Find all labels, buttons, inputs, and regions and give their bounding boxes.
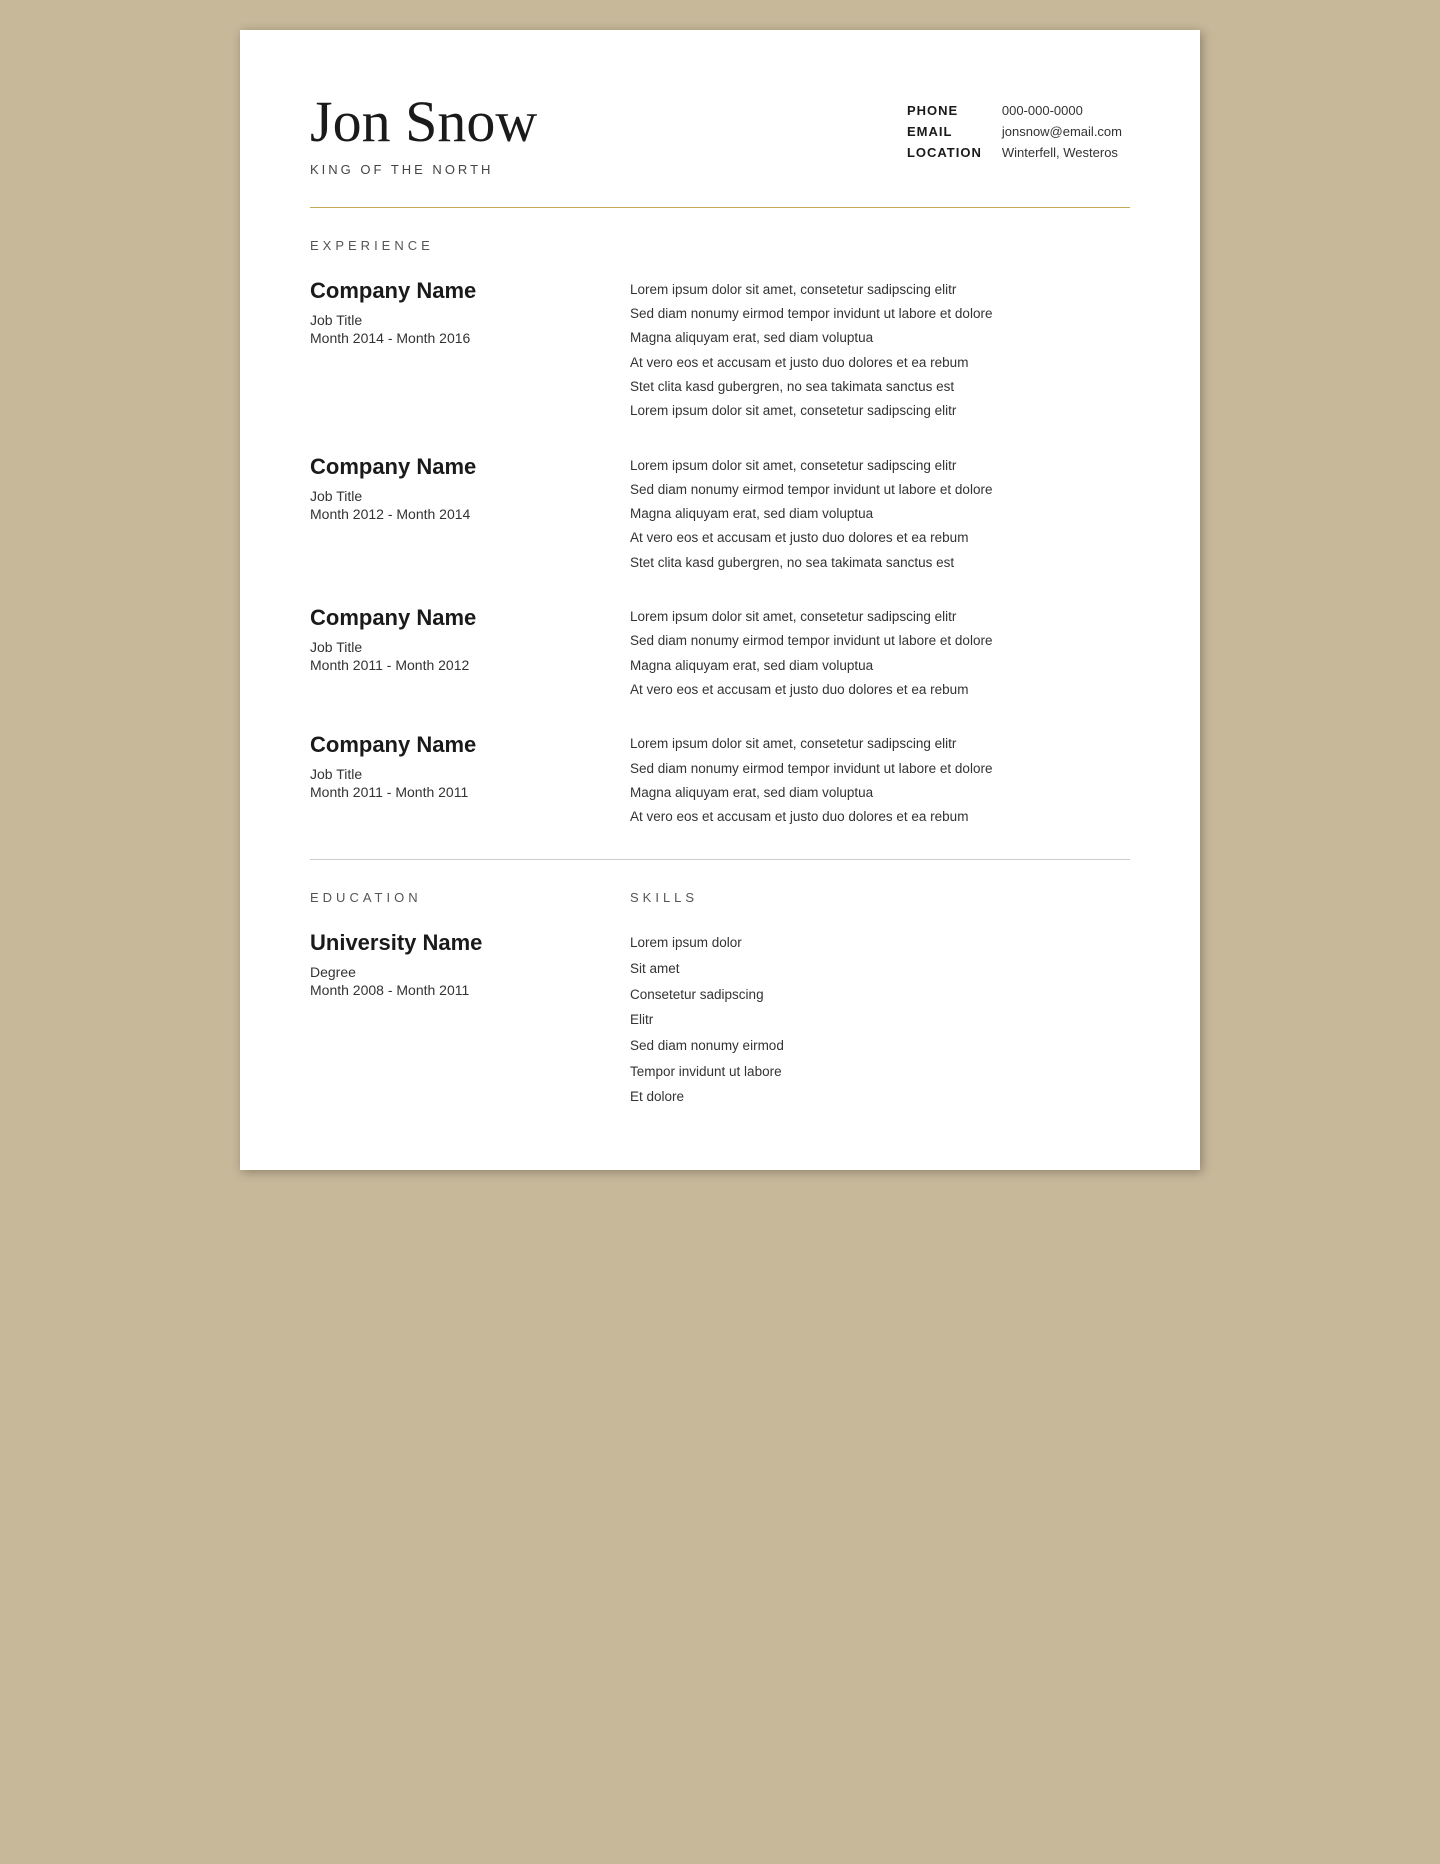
contact-location-row: LOCATION Winterfell, Westeros xyxy=(907,142,1130,163)
header-right: PHONE 000-000-0000 EMAIL jonsnow@email.c… xyxy=(907,90,1130,163)
job-description: Lorem ipsum dolor sit amet, consetetur s… xyxy=(630,732,1130,829)
skills-section: SKILLS Lorem ipsum dolorSit ametConsetet… xyxy=(630,890,1130,1109)
entry-left: Company Name Job Title Month 2011 - Month … xyxy=(310,605,590,702)
job-title: Job Title xyxy=(310,312,590,328)
skill-item: Consetetur sadipscing xyxy=(630,982,1130,1008)
entry-left: Company Name Job Title Month 2014 - Month … xyxy=(310,278,590,424)
university-name: University Name xyxy=(310,930,590,956)
experience-entry: Company Name Job Title Month 2011 - Month … xyxy=(310,732,1130,829)
entry-right: Lorem ipsum dolor sit amet, consetetur s… xyxy=(630,454,1130,575)
section-divider xyxy=(310,859,1130,860)
edu-dates: Month 2008 - Month 2011 xyxy=(310,982,590,998)
experience-entry: Company Name Job Title Month 2012 - Month … xyxy=(310,454,1130,575)
header-section: Jon Snow KING OF THE NORTH PHONE 000-000… xyxy=(310,90,1130,177)
skills-list: Lorem ipsum dolorSit ametConsetetur sadi… xyxy=(630,930,1130,1109)
experience-entries: Company Name Job Title Month 2014 - Month … xyxy=(310,278,1130,830)
candidate-name: Jon Snow xyxy=(310,90,907,154)
contact-phone-row: PHONE 000-000-0000 xyxy=(907,100,1130,121)
entry-left: Company Name Job Title Month 2011 - Month … xyxy=(310,732,590,829)
experience-section: EXPERIENCE Company Name Job Title Month 20… xyxy=(310,238,1130,830)
contact-table: PHONE 000-000-0000 EMAIL jonsnow@email.c… xyxy=(907,100,1130,163)
experience-entry: Company Name Job Title Month 2011 - Month … xyxy=(310,605,1130,702)
candidate-title: KING OF THE NORTH xyxy=(310,162,907,177)
header-divider xyxy=(310,207,1130,208)
skill-item: Sed diam nonumy eirmod xyxy=(630,1033,1130,1059)
contact-email-row: EMAIL jonsnow@email.com xyxy=(907,121,1130,142)
job-title: Job Title xyxy=(310,766,590,782)
job-description: Lorem ipsum dolor sit amet, consetetur s… xyxy=(630,278,1130,424)
phone-value: 000-000-0000 xyxy=(1002,100,1130,121)
entry-right: Lorem ipsum dolor sit amet, consetetur s… xyxy=(630,732,1130,829)
skill-item: Et dolore xyxy=(630,1084,1130,1110)
education-section: EDUCATION University Name Degree Month 2… xyxy=(310,890,590,1109)
company-name: Company Name xyxy=(310,732,590,758)
job-dates: Month 2012 - Month 2014 xyxy=(310,506,590,522)
job-title: Job Title xyxy=(310,488,590,504)
skill-item: Tempor invidunt ut labore xyxy=(630,1059,1130,1085)
skill-item: Elitr xyxy=(630,1007,1130,1033)
job-dates: Month 2014 - Month 2016 xyxy=(310,330,590,346)
experience-entry: Company Name Job Title Month 2014 - Month … xyxy=(310,278,1130,424)
entry-right: Lorem ipsum dolor sit amet, consetetur s… xyxy=(630,278,1130,424)
job-title: Job Title xyxy=(310,639,590,655)
phone-label: PHONE xyxy=(907,100,1002,121)
company-name: Company Name xyxy=(310,454,590,480)
email-label: EMAIL xyxy=(907,121,1002,142)
degree: Degree xyxy=(310,964,590,980)
company-name: Company Name xyxy=(310,605,590,631)
resume-page: Jon Snow KING OF THE NORTH PHONE 000-000… xyxy=(240,30,1200,1170)
location-value: Winterfell, Westeros xyxy=(1002,142,1130,163)
entry-right: Lorem ipsum dolor sit amet, consetetur s… xyxy=(630,605,1130,702)
email-value: jonsnow@email.com xyxy=(1002,121,1130,142)
header-left: Jon Snow KING OF THE NORTH xyxy=(310,90,907,177)
job-description: Lorem ipsum dolor sit amet, consetetur s… xyxy=(630,454,1130,575)
job-dates: Month 2011 - Month 2012 xyxy=(310,657,590,673)
location-label: LOCATION xyxy=(907,142,1002,163)
skill-item: Sit amet xyxy=(630,956,1130,982)
job-description: Lorem ipsum dolor sit amet, consetetur s… xyxy=(630,605,1130,702)
bottom-section: EDUCATION University Name Degree Month 2… xyxy=(310,890,1130,1109)
skills-section-title: SKILLS xyxy=(630,890,1130,905)
company-name: Company Name xyxy=(310,278,590,304)
job-dates: Month 2011 - Month 2011 xyxy=(310,784,590,800)
skill-item: Lorem ipsum dolor xyxy=(630,930,1130,956)
experience-section-title: EXPERIENCE xyxy=(310,238,1130,253)
education-section-title: EDUCATION xyxy=(310,890,590,905)
entry-left: Company Name Job Title Month 2012 - Month … xyxy=(310,454,590,575)
